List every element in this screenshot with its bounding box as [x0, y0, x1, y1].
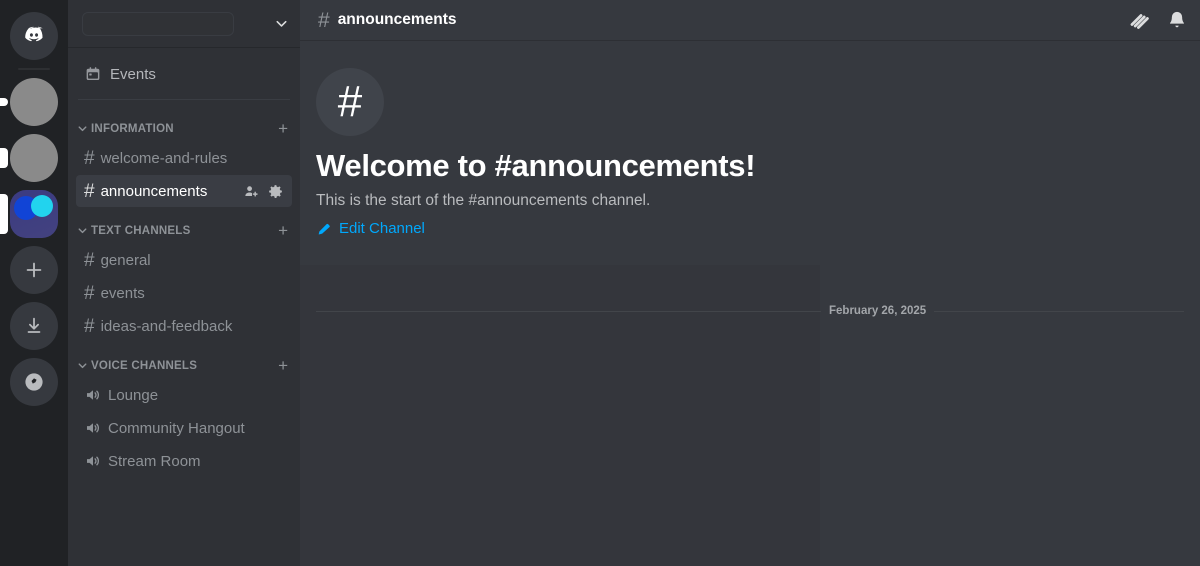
- channel-general[interactable]: # general: [76, 244, 292, 276]
- channel-label: welcome-and-rules: [100, 149, 228, 167]
- channel-welcome-and-rules[interactable]: # welcome-and-rules: [76, 142, 292, 174]
- category-name: VOICE CHANNELS: [91, 359, 198, 372]
- speaker-icon: [84, 419, 102, 437]
- channel-hash-avatar: #: [316, 68, 384, 136]
- speaker-icon: [84, 452, 102, 470]
- compass-icon: [25, 373, 43, 391]
- page-title: announcements: [337, 11, 457, 28]
- avatar-blob-cyan: [31, 195, 53, 217]
- sidebar-divider: [78, 99, 290, 100]
- threads-icon[interactable]: [1126, 8, 1150, 32]
- unread-indicator-pill: [0, 148, 8, 168]
- download-apps-button[interactable]: [10, 302, 58, 350]
- rail-item-download-apps[interactable]: [0, 298, 68, 354]
- hash-icon: #: [84, 180, 95, 202]
- rail-item-server-active[interactable]: [0, 186, 68, 242]
- sidebar-item-events[interactable]: Events: [76, 57, 292, 91]
- main-content: # announcements # Welcome to #announceme…: [300, 0, 1200, 566]
- notification-bell-icon[interactable]: [1166, 9, 1188, 31]
- channel-header-bar: # announcements: [300, 0, 1200, 40]
- edit-channel-label: Edit Channel: [339, 220, 425, 237]
- hash-icon: #: [84, 249, 95, 271]
- server-avatar-active: [10, 190, 58, 238]
- channel-community-hangout[interactable]: Community Hangout: [76, 412, 292, 444]
- create-invite-icon[interactable]: [243, 183, 260, 200]
- download-icon: [27, 317, 41, 333]
- channel-label: Lounge: [108, 386, 159, 404]
- rail-item-add-server[interactable]: [0, 242, 68, 298]
- channel-sidebar: Events INFORMATION + # welcome-and-rules…: [68, 0, 300, 566]
- rail-divider: [18, 68, 50, 70]
- welcome-subtitle: This is the start of the #announcements …: [316, 192, 651, 209]
- server-header-dropdown[interactable]: [68, 0, 300, 48]
- server-name-placeholder: [82, 11, 234, 36]
- divider-line-left: [316, 310, 821, 312]
- category-header-voice-channels[interactable]: VOICE CHANNELS +: [68, 343, 300, 378]
- date-divider: February 26, 2025: [316, 305, 1184, 317]
- add-channel-button[interactable]: +: [278, 222, 290, 239]
- rail-item-home[interactable]: [0, 8, 68, 64]
- hash-icon: #: [84, 315, 95, 337]
- rail-item-server-2[interactable]: [0, 130, 68, 186]
- chevron-down-icon[interactable]: [273, 15, 290, 32]
- channel-label: general: [100, 251, 151, 269]
- channel-stream-room[interactable]: Stream Room: [76, 445, 292, 477]
- category-name: TEXT CHANNELS: [91, 224, 191, 237]
- active-server-pill: [0, 194, 8, 234]
- chevron-down-icon: [78, 228, 87, 234]
- speaker-icon: [84, 386, 102, 404]
- divider-line-right: [934, 310, 1184, 312]
- plus-icon: [26, 262, 42, 278]
- hash-icon: #: [318, 8, 330, 32]
- channel-lounge[interactable]: Lounge: [76, 379, 292, 411]
- chevron-down-icon: [78, 363, 87, 369]
- calendar-icon: [86, 67, 100, 80]
- chevron-down-icon: [78, 126, 87, 132]
- channel-label: ideas-and-feedback: [100, 317, 233, 335]
- add-channel-button[interactable]: +: [278, 120, 290, 137]
- message-area[interactable]: # Welcome to #announcements! This is the…: [300, 40, 1200, 566]
- unread-indicator-pill: [0, 98, 8, 106]
- add-server-button[interactable]: [10, 246, 58, 294]
- server-avatar: [10, 134, 58, 182]
- channel-events[interactable]: # events: [76, 277, 292, 309]
- channel-label: announcements: [100, 182, 208, 200]
- category-header-information[interactable]: INFORMATION +: [68, 106, 300, 141]
- channel-label: Community Hangout: [108, 419, 245, 437]
- edit-channel-icon[interactable]: [267, 183, 284, 200]
- discord-home-icon: [10, 12, 58, 60]
- edit-channel-link[interactable]: Edit Channel: [316, 220, 425, 237]
- discord-logo-glyph: [25, 26, 43, 42]
- discord-app-window: Events INFORMATION + # welcome-and-rules…: [0, 0, 1200, 566]
- hash-icon: #: [337, 77, 363, 126]
- hash-icon: #: [84, 282, 95, 304]
- welcome-title: Welcome to #announcements!: [316, 148, 756, 183]
- sidebar-item-label: Events: [110, 65, 156, 83]
- pencil-icon: [318, 223, 330, 234]
- rail-item-server-1[interactable]: [0, 74, 68, 130]
- channel-label: Stream Room: [108, 452, 201, 470]
- explore-servers-button[interactable]: [10, 358, 58, 406]
- hash-icon: #: [84, 147, 95, 169]
- channel-label: events: [100, 284, 145, 302]
- server-rail: [0, 0, 68, 566]
- rail-item-explore[interactable]: [0, 354, 68, 410]
- add-channel-button[interactable]: +: [278, 357, 290, 374]
- server-avatar: [10, 78, 58, 126]
- channel-welcome-block: # Welcome to #announcements! This is the…: [300, 40, 1200, 242]
- channel-announcements[interactable]: # announcements: [76, 175, 292, 207]
- date-divider-label: February 26, 2025: [829, 305, 927, 317]
- channel-ideas-and-feedback[interactable]: # ideas-and-feedback: [76, 310, 292, 342]
- category-name: INFORMATION: [91, 122, 174, 135]
- category-header-text-channels[interactable]: TEXT CHANNELS +: [68, 208, 300, 243]
- channel-list-scroll[interactable]: Events INFORMATION + # welcome-and-rules…: [68, 48, 300, 566]
